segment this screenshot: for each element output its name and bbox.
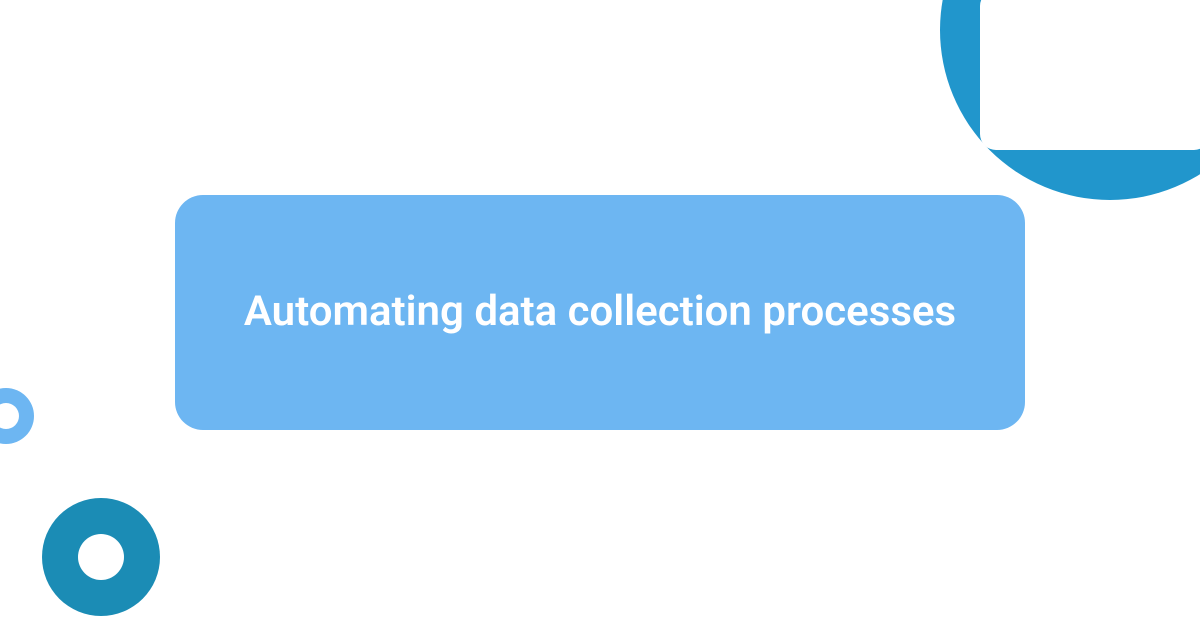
title-card: Automating data collection processes xyxy=(175,195,1025,430)
decorative-ring-small xyxy=(0,388,34,444)
decorative-ring-large xyxy=(42,498,160,616)
decorative-corner-cutout xyxy=(980,0,1200,150)
page-title: Automating data collection processes xyxy=(244,285,956,340)
